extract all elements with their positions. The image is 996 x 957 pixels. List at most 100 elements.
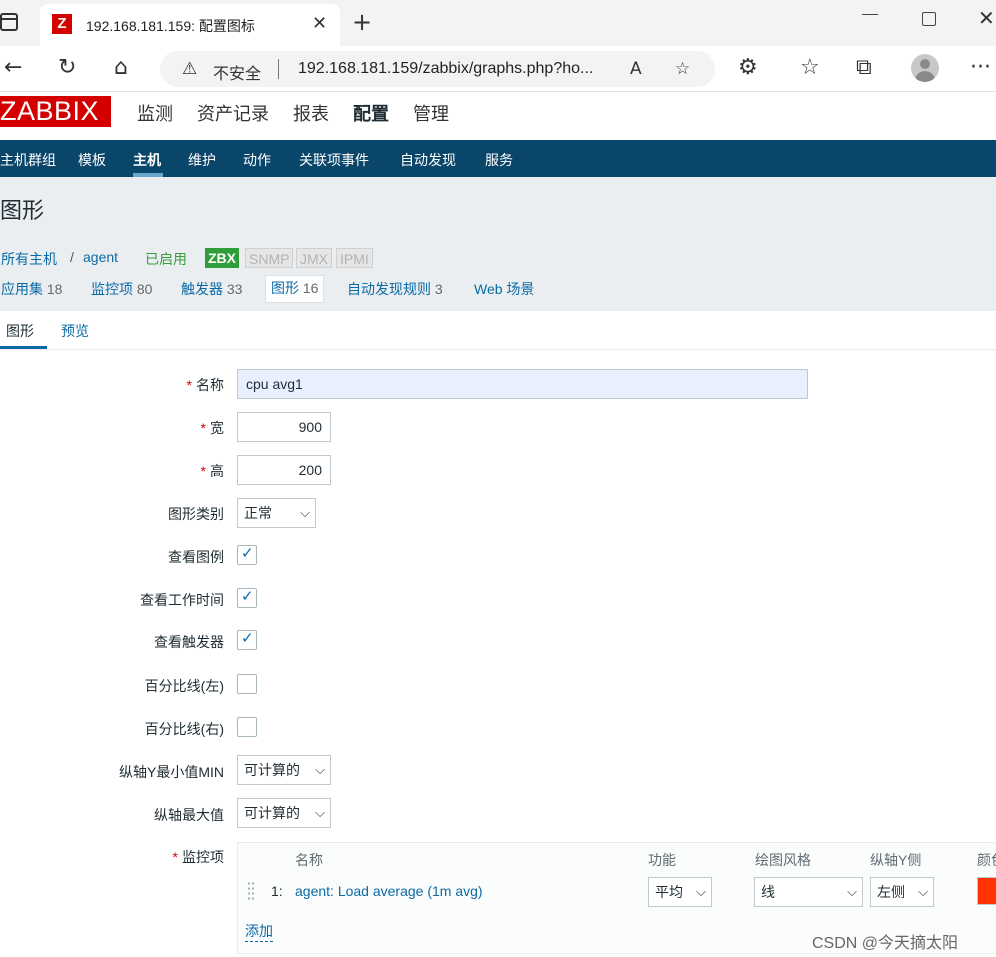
reload-icon[interactable]: ↻: [58, 56, 76, 80]
subtab-discovery-rules[interactable]: 自动发现规则 3: [347, 279, 443, 299]
submenu-host-groups[interactable]: 主机群组: [0, 150, 56, 170]
top-menu-configuration[interactable]: 配置: [353, 100, 389, 126]
minimize-icon[interactable]: [862, 14, 878, 15]
percentile-left-label: 百分比线(左): [144, 678, 224, 694]
home-icon[interactable]: ⌂: [114, 56, 128, 80]
warning-icon[interactable]: ⚠: [182, 59, 197, 79]
star-plus-icon[interactable]: ☆: [675, 59, 690, 79]
show-triggers-checkbox[interactable]: ✓: [237, 629, 257, 650]
breadcrumb-separator: /: [70, 249, 74, 265]
item-function-value: 平均: [655, 884, 683, 900]
favorites-icon[interactable]: ☆: [800, 56, 820, 80]
ymin-label: 纵轴Y最小值MIN: [119, 764, 224, 780]
back-arrow-icon[interactable]: ←: [4, 56, 22, 80]
chevron-down-icon: ⌵: [696, 884, 706, 899]
subtab-web-scenarios[interactable]: Web 场景: [474, 279, 534, 299]
host-status[interactable]: 已启用: [145, 249, 187, 269]
graph-type-value: 正常: [244, 505, 272, 521]
height-label: * 高: [200, 463, 224, 479]
insecure-label[interactable]: 不安全: [213, 60, 261, 84]
submenu-correlation[interactable]: 关联项事件: [299, 150, 369, 170]
percentile-right-label: 百分比线(右): [144, 721, 224, 737]
item-function-select[interactable]: 平均 ⌵: [648, 877, 712, 907]
badge-ipmi: IPMI: [336, 248, 373, 268]
more-icon[interactable]: ···: [970, 56, 991, 80]
add-item-link[interactable]: 添加: [245, 921, 273, 942]
subtab-items[interactable]: 监控项 80: [91, 279, 152, 299]
subtab-count: 33: [226, 281, 243, 297]
avatar-icon[interactable]: [911, 54, 939, 82]
check-icon: ✓: [241, 587, 254, 605]
top-menu-monitoring[interactable]: 监测: [137, 100, 173, 126]
items-header-color: 颜色: [977, 852, 996, 868]
submenu-discovery[interactable]: 自动发现: [400, 150, 456, 170]
close-icon[interactable]: ✕: [312, 13, 327, 34]
percentile-left-checkbox[interactable]: [237, 674, 257, 694]
url-field[interactable]: ⚠ 不安全 192.168.181.159/zabbix/graphs.php?…: [160, 51, 715, 87]
submenu-services[interactable]: 服务: [485, 150, 513, 170]
ymax-value: 可计算的: [244, 805, 300, 821]
tab-graph[interactable]: 图形: [6, 321, 34, 341]
breadcrumb-host[interactable]: agent: [83, 249, 118, 265]
submenu-maintenance[interactable]: 维护: [188, 150, 216, 170]
active-tab-indicator: [0, 346, 47, 349]
collections-icon[interactable]: ⧉: [856, 56, 872, 80]
top-menu-reports[interactable]: 报表: [293, 100, 329, 126]
subtab-triggers[interactable]: 触发器 33: [181, 279, 242, 299]
zabbix-logo[interactable]: ZABBIX: [0, 96, 111, 127]
show-legend-checkbox[interactable]: ✓: [237, 544, 257, 565]
subtab-applications[interactable]: 应用集 18: [1, 279, 62, 299]
chevron-down-icon: ⌵: [847, 884, 857, 899]
ymax-label: 纵轴最大值: [154, 807, 224, 823]
graph-type-select[interactable]: 正常 ⌵: [237, 498, 316, 528]
read-aloud-icon[interactable]: A: [630, 59, 642, 79]
browser-tab[interactable]: Z 192.168.181.159: 配置图标 ✕: [40, 4, 340, 46]
name-label: * 名称: [186, 377, 224, 393]
breadcrumb-all-hosts[interactable]: 所有主机: [1, 249, 57, 269]
url-divider: [278, 59, 279, 79]
form-tabs: 图形 预览: [0, 311, 996, 350]
item-name-link[interactable]: agent: Load average (1m avg): [295, 883, 483, 899]
subtab-count: 3: [434, 281, 443, 297]
subtab-count: 80: [136, 281, 153, 297]
url-text[interactable]: 192.168.181.159/zabbix/graphs.php?ho...: [298, 60, 593, 78]
ymin-select[interactable]: 可计算的 ⌵: [237, 755, 331, 785]
submenu-actions[interactable]: 动作: [243, 150, 271, 170]
submenu-templates[interactable]: 模板: [78, 150, 106, 170]
show-legend-label: 查看图例: [168, 549, 224, 565]
drag-handle-icon[interactable]: [247, 881, 255, 901]
subtab-label: Web 场景: [474, 281, 535, 297]
top-menu-inventory[interactable]: 资产记录: [197, 100, 269, 126]
items-label: * 监控项: [172, 849, 224, 865]
subtab-graphs[interactable]: 图形 16: [265, 275, 325, 303]
check-icon: ✓: [241, 629, 254, 647]
sub-menu: 主机群组 模板 主机 维护 动作 关联项事件 自动发现 服务: [0, 140, 996, 177]
page-title: 图形: [0, 198, 45, 223]
width-input[interactable]: 900: [237, 412, 331, 442]
submenu-hosts[interactable]: 主机: [133, 150, 161, 170]
item-color-swatch[interactable]: [977, 877, 996, 905]
items-header-y-axis: 纵轴Y侧: [870, 852, 922, 868]
show-work-period-checkbox[interactable]: ✓: [237, 587, 257, 608]
tab-preview[interactable]: 预览: [61, 321, 89, 341]
plus-icon[interactable]: +: [352, 8, 372, 36]
name-input[interactable]: cpu avg1: [237, 369, 808, 399]
item-number: 1:: [271, 883, 283, 899]
zabbix-favicon-icon: Z: [52, 14, 72, 34]
items-header-name: 名称: [295, 852, 323, 868]
window-icon[interactable]: [0, 13, 18, 31]
item-draw-style-select[interactable]: 线 ⌵: [754, 877, 863, 907]
item-y-axis-select[interactable]: 左侧 ⌵: [870, 877, 934, 907]
chevron-down-icon: ⌵: [315, 805, 325, 820]
top-menu-administration[interactable]: 管理: [413, 100, 449, 126]
subtab-count: 18: [46, 281, 63, 297]
puzzle-icon[interactable]: ⚙: [738, 56, 758, 80]
subtab-label: 触发器: [181, 281, 223, 297]
ymax-select[interactable]: 可计算的 ⌵: [237, 798, 331, 828]
check-icon: ✓: [241, 544, 254, 562]
badge-snmp: SNMP: [245, 248, 294, 268]
window-close-icon[interactable]: ✕: [978, 6, 995, 30]
maximize-icon[interactable]: [922, 12, 936, 26]
percentile-right-checkbox[interactable]: [237, 717, 257, 737]
height-input[interactable]: 200: [237, 455, 331, 485]
